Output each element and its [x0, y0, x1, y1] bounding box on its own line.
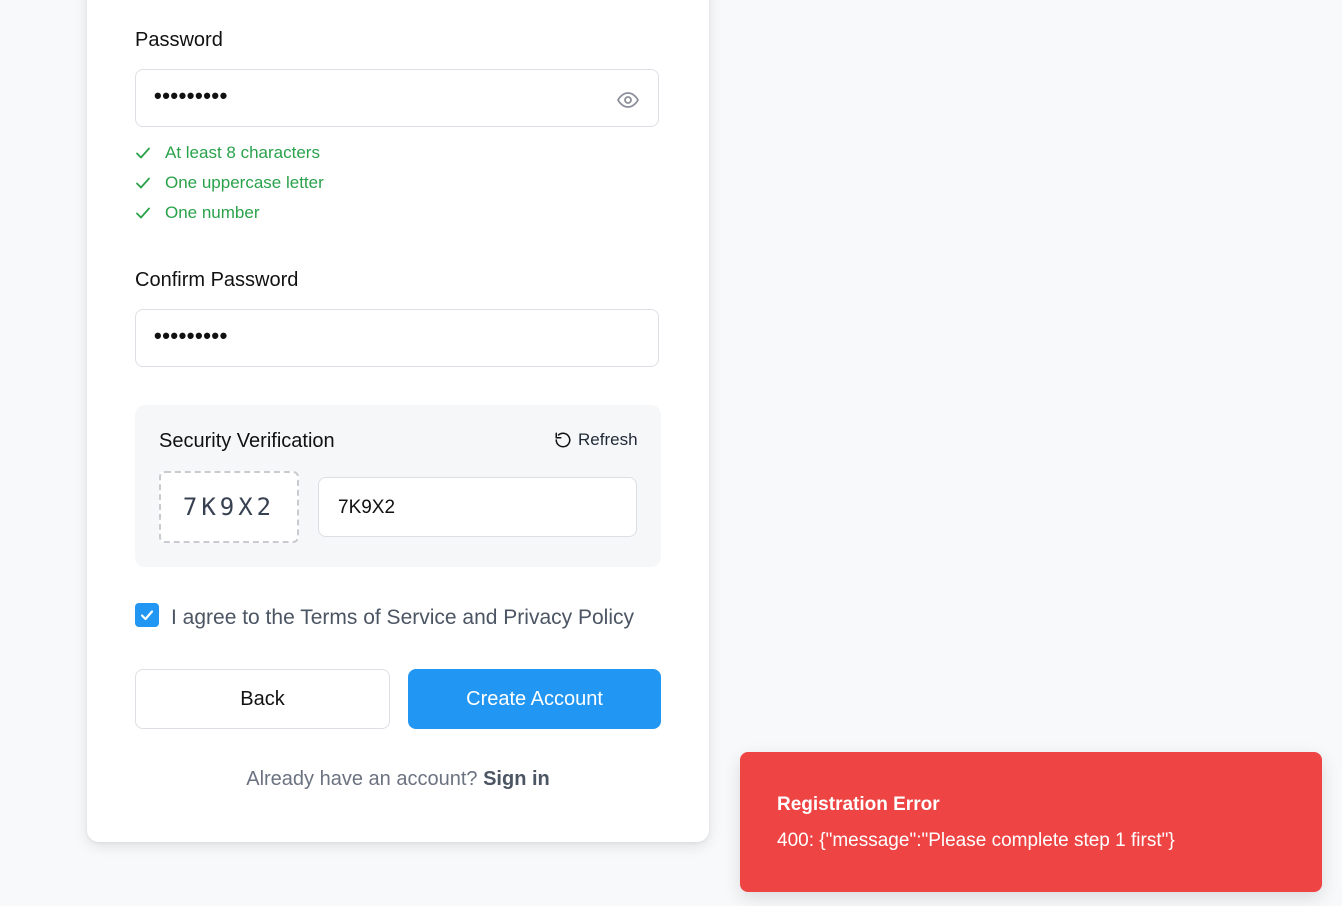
requirement-uppercase: One uppercase letter: [135, 173, 324, 193]
error-toast: Registration Error 400: {"message":"Plea…: [740, 752, 1322, 892]
check-icon: [136, 177, 150, 189]
toast-message: 400: {"message":"Please complete step 1 …: [777, 830, 1175, 851]
eye-icon[interactable]: [616, 88, 640, 112]
signin-link[interactable]: Sign in: [483, 768, 550, 790]
password-field[interactable]: •••••••••: [135, 69, 659, 127]
refresh-captcha-button[interactable]: Refresh: [554, 430, 638, 450]
password-label: Password: [135, 29, 223, 51]
terms-checkbox[interactable]: [135, 603, 159, 627]
requirement-text: At least 8 characters: [165, 143, 320, 162]
check-icon: [136, 147, 150, 159]
captcha-input-value: 7K9X2: [338, 497, 396, 518]
confirm-password-field[interactable]: •••••••••: [135, 309, 659, 367]
requirement-number: One number: [135, 203, 260, 223]
confirm-password-value: •••••••••: [154, 323, 228, 348]
captcha-input[interactable]: 7K9X2: [318, 477, 637, 537]
security-verification-title: Security Verification: [159, 430, 335, 452]
back-button[interactable]: Back: [135, 669, 390, 729]
requirement-length: At least 8 characters: [135, 143, 320, 163]
toast-title: Registration Error: [777, 794, 940, 815]
confirm-password-label: Confirm Password: [135, 269, 299, 291]
check-icon: [136, 207, 150, 219]
captcha-image: 7K9X2: [159, 471, 299, 543]
refresh-icon: [555, 432, 571, 448]
create-account-button[interactable]: Create Account: [408, 669, 661, 729]
requirement-text: One number: [165, 203, 260, 222]
password-value: •••••••••: [154, 83, 228, 108]
signin-prompt-text: Already have an account?: [246, 768, 478, 790]
terms-label[interactable]: I agree to the Terms of Service and Priv…: [171, 606, 634, 630]
refresh-label: Refresh: [578, 430, 638, 449]
requirement-text: One uppercase letter: [165, 173, 324, 192]
checkmark-icon: [140, 610, 154, 621]
signin-prompt: Already have an account? Sign in: [87, 768, 709, 791]
